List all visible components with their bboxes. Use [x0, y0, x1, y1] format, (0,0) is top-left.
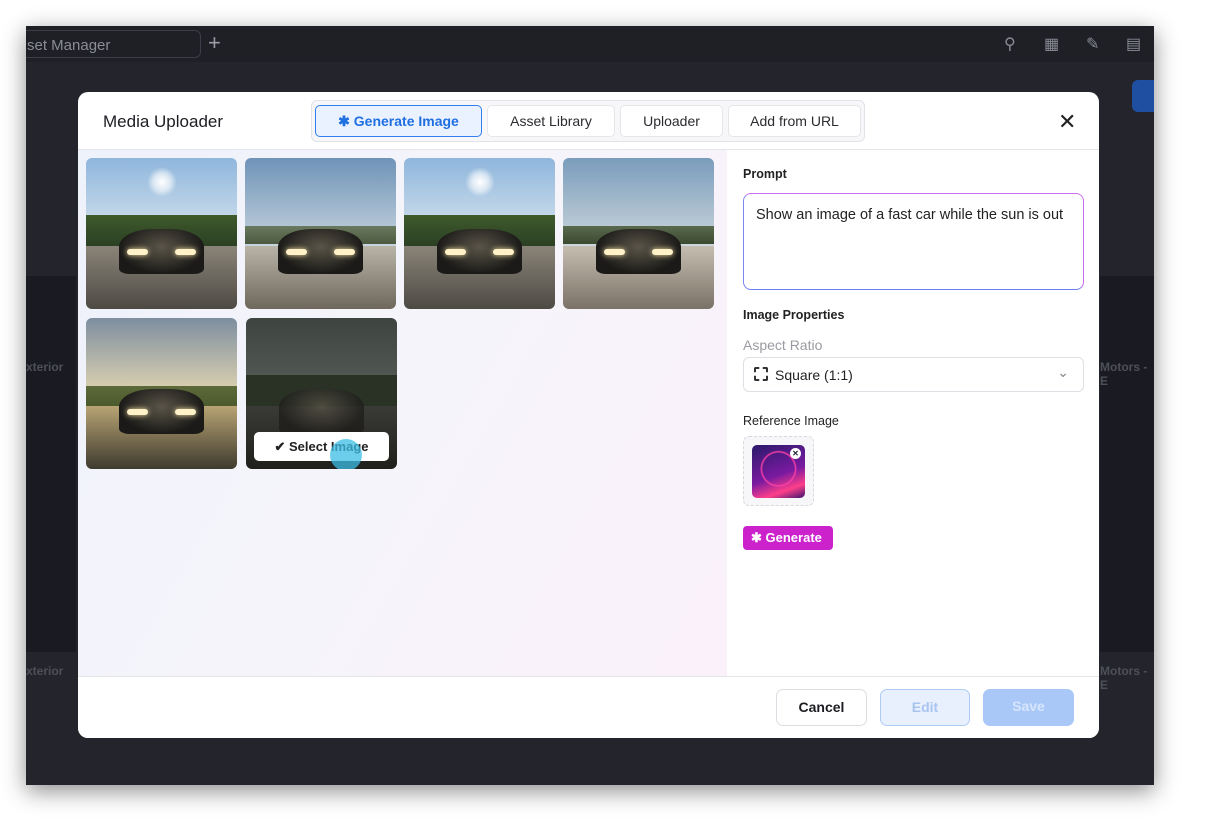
tab-uploader[interactable]: Uploader: [620, 105, 723, 137]
modal-footer: Cancel Edit Save: [78, 676, 1099, 738]
edit-icon[interactable]: ✎: [1086, 34, 1104, 53]
sparkle-icon: ✱: [751, 530, 766, 545]
bg-card-title: Motors - E: [1100, 360, 1148, 388]
tab-add-from-url[interactable]: Add from URL: [728, 105, 861, 137]
aspect-ratio-value: Square (1:1): [775, 367, 853, 383]
generated-image-6[interactable]: ✔ Select Image: [246, 318, 397, 469]
aspect-ratio-select[interactable]: Square (1:1) ⌄: [743, 357, 1084, 392]
generated-image-4[interactable]: [563, 158, 714, 309]
generated-image-5[interactable]: [86, 318, 237, 469]
close-icon[interactable]: ✕: [1058, 109, 1076, 135]
bg-card: [1100, 276, 1154, 652]
generated-image-2[interactable]: [245, 158, 396, 309]
reference-image-thumbnail: ✕: [752, 445, 805, 498]
crop-square-icon: [754, 367, 768, 381]
bg-card-title: Motors - E: [1100, 664, 1148, 692]
cancel-button[interactable]: Cancel: [776, 689, 867, 726]
bg-primary-button: [1132, 80, 1154, 112]
prompt-input[interactable]: Show an image of a fast car while the su…: [743, 193, 1084, 290]
modal-header: Media Uploader ✱ Generate Image Asset Li…: [78, 92, 1099, 150]
prompt-label: Prompt: [743, 167, 787, 181]
generated-images-panel: ✔ Select Image: [78, 150, 727, 676]
tab-bar: ✱ Generate Image Asset Library Uploader …: [311, 100, 865, 142]
remove-icon[interactable]: ✕: [790, 448, 801, 459]
bg-card-title: xterior: [26, 664, 64, 678]
search-icon[interactable]: ⚲: [1004, 34, 1022, 53]
save-button[interactable]: Save: [983, 689, 1074, 726]
modal-title: Media Uploader: [103, 112, 224, 131]
bg-card-title: xterior: [26, 360, 64, 374]
generate-button[interactable]: ✱ Generate: [743, 526, 833, 550]
generate-label: Generate: [765, 530, 822, 545]
generated-image-3[interactable]: [404, 158, 555, 309]
select-image-button[interactable]: ✔ Select Image: [254, 432, 389, 461]
sparkle-icon: ✱: [338, 113, 354, 129]
tab-asset-library[interactable]: Asset Library: [487, 105, 615, 137]
bg-card: [26, 276, 76, 652]
tab-generate-image[interactable]: ✱ Generate Image: [315, 105, 482, 137]
app-topbar: set Manager + ⚲ ▦ ✎ ▤: [26, 26, 1154, 62]
generated-image-1[interactable]: [86, 158, 237, 309]
grid-icon[interactable]: ▦: [1044, 34, 1062, 53]
tab-label: Generate Image: [353, 113, 459, 129]
add-tab-icon[interactable]: +: [208, 30, 221, 56]
image-properties-label: Image Properties: [743, 308, 845, 322]
edit-button[interactable]: Edit: [880, 689, 970, 726]
generate-settings-panel: Prompt Show an image of a fast car while…: [727, 150, 1099, 676]
media-uploader-modal: Media Uploader ✱ Generate Image Asset Li…: [78, 92, 1099, 738]
reference-image-dropzone[interactable]: ✕: [743, 436, 814, 506]
calendar-icon[interactable]: ▤: [1126, 34, 1144, 53]
check-circle-icon: ✔: [274, 439, 289, 454]
aspect-ratio-label: Aspect Ratio: [743, 337, 823, 353]
app-tab[interactable]: set Manager: [26, 30, 201, 58]
reference-image-label: Reference Image: [743, 414, 839, 428]
pointer-cursor-icon: [330, 439, 362, 469]
chevron-down-icon: ⌄: [1057, 364, 1069, 380]
